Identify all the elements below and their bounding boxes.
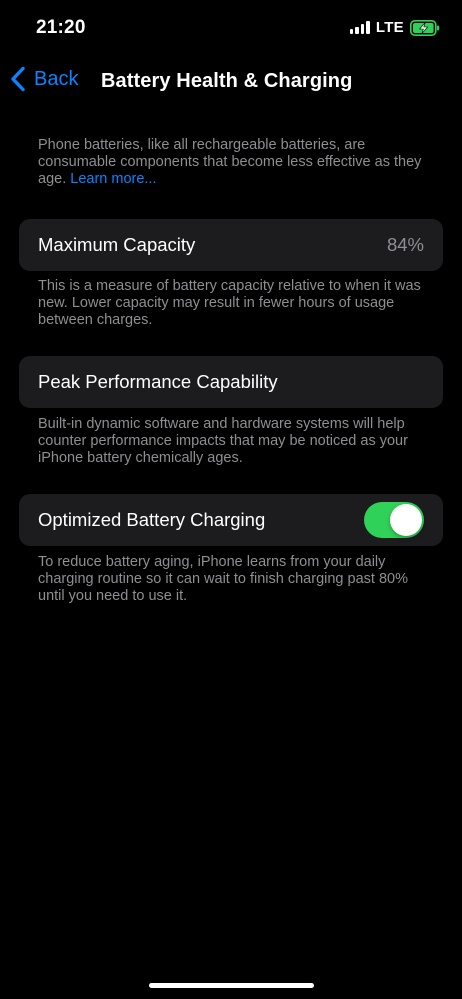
status-indicators: LTE: [349, 19, 440, 36]
peak-performance-footer: Built-in dynamic software and hardware s…: [38, 416, 408, 466]
peak-performance-label: Peak Performance Capability: [38, 371, 278, 392]
chevron-left-icon: [11, 66, 25, 92]
optimized-charging-toggle[interactable]: [364, 502, 424, 538]
network-type: LTE: [375, 19, 404, 36]
learn-more-link[interactable]: Learn more...: [70, 171, 156, 187]
status-time: 21:20: [36, 17, 86, 38]
page-title: Battery Health & Charging: [101, 70, 353, 92]
optimized-charging-cell: Optimized Battery Charging: [19, 494, 443, 546]
status-bar: 21:20 LTE: [0, 0, 462, 58]
optimized-charging-label: Optimized Battery Charging: [38, 509, 266, 530]
maximum-capacity-value: 84%: [386, 234, 424, 255]
back-label: Back: [34, 67, 79, 90]
back-button[interactable]: Back: [10, 66, 78, 92]
peak-performance-cell: Peak Performance Capability: [19, 356, 443, 408]
home-indicator[interactable]: [149, 983, 314, 988]
toggle-knob: [390, 504, 422, 536]
maximum-capacity-label: Maximum Capacity: [38, 234, 196, 255]
battery-charging-icon: [410, 19, 440, 36]
maximum-capacity-cell: Maximum Capacity 84%: [19, 219, 443, 271]
cellular-signal-icon: [349, 21, 370, 34]
intro-text: Phone batteries, like all rechargeable b…: [38, 137, 433, 188]
navigation-bar: Back Battery Health & Charging: [0, 60, 462, 104]
optimized-charging-footer: To reduce battery aging, iPhone learns f…: [38, 554, 408, 604]
maximum-capacity-footer: This is a measure of battery capacity re…: [38, 278, 421, 328]
